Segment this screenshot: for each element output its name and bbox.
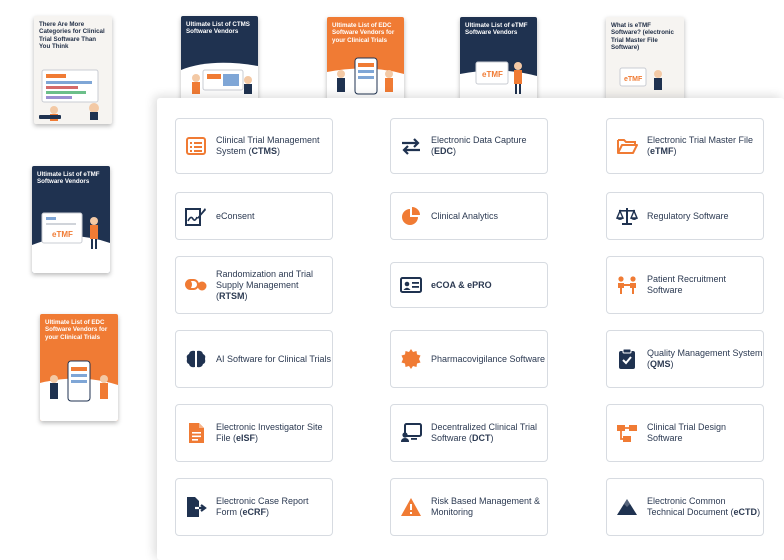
category-rtsm[interactable]: Randomization and Trial Supply Managemen…	[175, 256, 333, 314]
file-export-icon	[185, 496, 207, 518]
category-ecoa-epro[interactable]: eCOA & ePRO	[390, 262, 548, 308]
category-etmf[interactable]: Electronic Trial Master File (eTMF)	[606, 118, 764, 174]
category-label: Electronic Common Technical Document (eC…	[647, 496, 761, 517]
people-icon	[616, 274, 638, 296]
category-label: AI Software for Clinical Trials	[216, 353, 332, 364]
category-label: eCOA & ePRO	[431, 279, 492, 290]
category-trial-design[interactable]: Clinical Trial Design Software	[606, 404, 764, 462]
category-label: Clinical Trial Design Software	[647, 422, 727, 443]
ebook-title: Ultimate List of EDC Software Vendors fo…	[45, 319, 108, 341]
category-eisf[interactable]: Electronic Investigator Site File (eISF)	[175, 404, 333, 462]
mountain-icon	[616, 496, 638, 518]
category-label: Risk Based Management & Monitoring	[431, 496, 541, 517]
publisher-logo	[37, 264, 59, 268]
ebook-title: What is eTMF Software? (electronic Trial…	[611, 22, 674, 52]
etmf-illustration: eTMF	[32, 212, 110, 273]
etmf-art-text: eTMF	[482, 70, 503, 79]
category-label: Decentralized Clinical Trial Software (D…	[431, 422, 538, 443]
category-label: Patient Recruitment Software	[647, 274, 727, 295]
brain-icon	[185, 348, 207, 370]
folder-icon	[616, 135, 638, 157]
category-qms[interactable]: Quality Management System (QMS)	[606, 330, 764, 388]
category-clinical-analytics[interactable]: Clinical Analytics	[390, 192, 548, 240]
clipboard-check-icon	[616, 348, 638, 370]
badge-icon	[400, 348, 422, 370]
ebook-title: Ultimate List of CTMS Software Vendors	[186, 21, 250, 36]
document-icon	[185, 422, 207, 444]
publisher-logo	[39, 115, 61, 119]
scales-icon	[616, 205, 638, 227]
ebook-cover-ctms[interactable]: Ultimate List of CTMS Software Vendors	[181, 16, 258, 100]
flow-diagram-icon	[616, 422, 638, 444]
etmf-illustration: eTMF	[460, 61, 537, 100]
software-categories-menu: Clinical Trial Management System (CTMS) …	[157, 98, 784, 560]
category-label: Electronic Trial Master File (eTMF)	[647, 135, 754, 156]
edc-illustration	[327, 57, 404, 100]
pills-icon	[185, 274, 207, 296]
id-card-icon	[400, 274, 422, 296]
ebook-cover-edc[interactable]: Ultimate List of EDC Software Vendors fo…	[327, 17, 404, 100]
category-label: Randomization and Trial Supply Managemen…	[216, 268, 314, 301]
category-econsent[interactable]: eConsent	[175, 192, 333, 240]
ebook-title: Ultimate List of EDC Software Vendors fo…	[332, 22, 395, 44]
category-risk-based-monitoring[interactable]: Risk Based Management & Monitoring	[390, 478, 548, 536]
edc-illustration	[40, 360, 118, 421]
ebook-cover-categories[interactable]: There Are More Categories for Clinical T…	[34, 16, 112, 124]
category-ctms[interactable]: Clinical Trial Management System (CTMS)	[175, 118, 333, 174]
category-label: Clinical Analytics	[431, 210, 499, 221]
etmf-art-text: eTMF	[624, 76, 643, 83]
ebook-cover-etmf[interactable]: Ultimate List of eTMF Software Vendors e…	[460, 17, 537, 100]
ctms-illustration	[181, 62, 258, 100]
category-ecrf[interactable]: Electronic Case Report Form (eCRF)	[175, 478, 333, 536]
ebook-cover-etmf-vendors[interactable]: Ultimate List of eTMF Software Vendors e…	[32, 166, 110, 273]
category-label: Pharmacovigilance Software	[431, 353, 546, 364]
ebook-cover-what-is-etmf[interactable]: What is eTMF Software? (electronic Trial…	[606, 17, 684, 100]
category-label: eConsent	[216, 210, 255, 221]
category-label: Regulatory Software	[647, 210, 729, 221]
category-regulatory[interactable]: Regulatory Software	[606, 192, 764, 240]
ebook-title: Ultimate List of eTMF Software Vendors	[465, 22, 528, 37]
category-edc[interactable]: Electronic Data Capture (EDC)	[390, 118, 548, 174]
signature-icon	[185, 205, 207, 227]
remote-monitor-icon	[400, 422, 422, 444]
ebook-cover-edc-vendors[interactable]: Ultimate List of EDC Software Vendors fo…	[40, 314, 118, 421]
category-label: Quality Management System (QMS)	[647, 348, 763, 369]
category-dct[interactable]: Decentralized Clinical Trial Software (D…	[390, 404, 548, 462]
etmf-illustration: eTMF	[619, 67, 662, 90]
ebook-title: There Are More Categories for Clinical T…	[39, 21, 105, 51]
category-patient-recruitment[interactable]: Patient Recruitment Software	[606, 256, 764, 314]
warning-icon	[400, 496, 422, 518]
category-label: Electronic Investigator Site File (eISF)	[216, 422, 323, 443]
category-pharmacovigilance[interactable]: Pharmacovigilance Software	[390, 330, 548, 388]
category-label: Electronic Case Report Form (eCRF)	[216, 496, 309, 517]
category-ai-software[interactable]: AI Software for Clinical Trials	[175, 330, 333, 388]
ebook-title: Ultimate List of eTMF Software Vendors	[37, 171, 100, 186]
transfer-arrows-icon	[400, 135, 422, 157]
etmf-art-text: eTMF	[52, 230, 73, 239]
publisher-logo	[45, 412, 67, 416]
category-label: Clinical Trial Management System (CTMS)	[216, 135, 320, 156]
category-ectd[interactable]: Electronic Common Technical Document (eC…	[606, 478, 764, 536]
category-label: Electronic Data Capture (EDC)	[431, 135, 527, 156]
pie-chart-icon	[400, 205, 422, 227]
list-icon	[185, 135, 207, 157]
